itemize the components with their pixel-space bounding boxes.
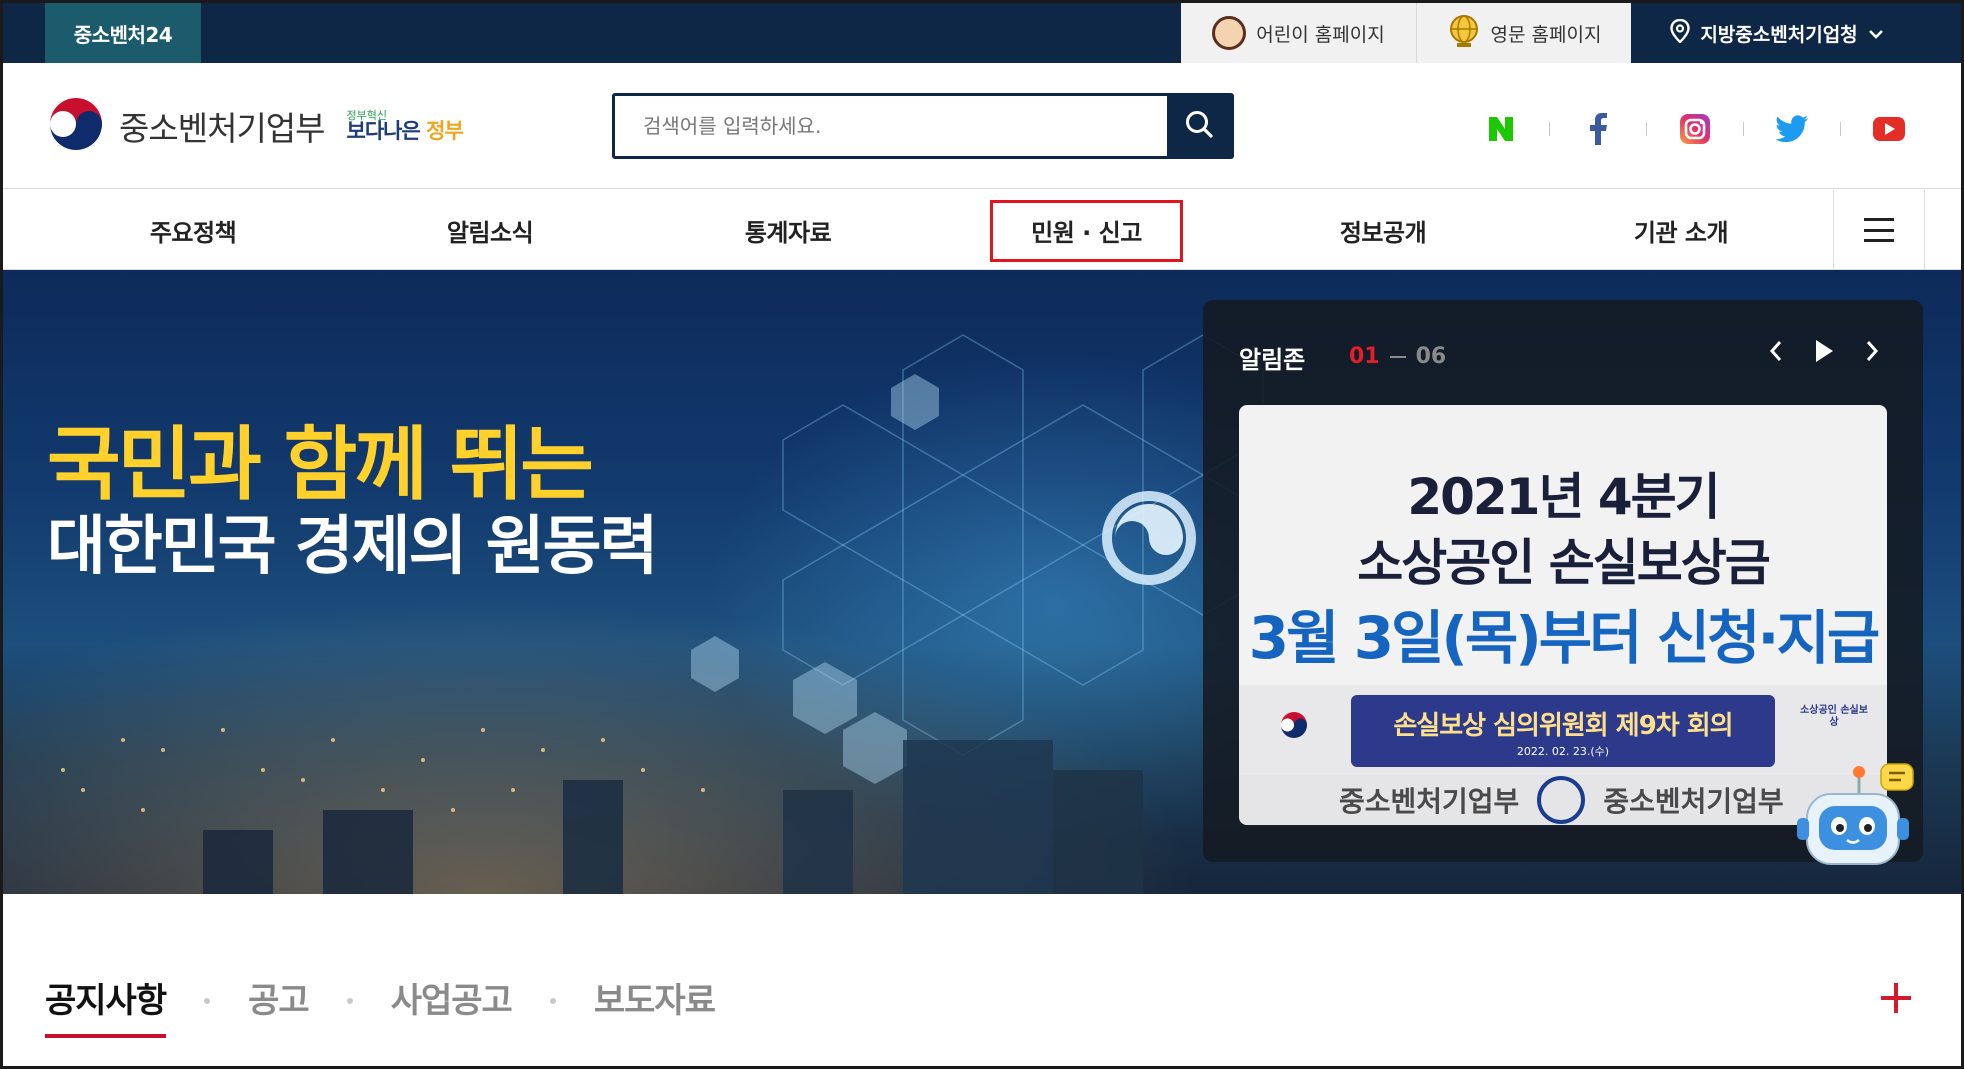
ministry-seal-icon [1537,776,1586,824]
next-arrow-icon[interactable] [1861,336,1883,366]
gov-innovation-slogan: 정부혁신 보다나은 정부 [346,110,464,143]
ministry-logo[interactable]: 중소벤처기업부 정부혁신 보다나은 정부 [45,93,464,159]
nav-item-news[interactable]: 알림소식 [395,190,585,270]
divider [1549,122,1550,136]
slide-footer: 중소벤처기업부 중소벤처기업부 [1239,775,1887,825]
location-pin-icon [1670,18,1691,48]
hero-tagline-line2: 대한민국 경제의 원동력 [47,510,658,584]
regional-office-label: 지방중소벤처기업청 [1700,23,1858,46]
highlight-box [990,200,1183,262]
instagram-icon[interactable] [1677,111,1713,147]
hamburger-icon [1864,218,1894,242]
tab-announcements[interactable]: 공고 [248,973,310,1028]
more-plus-icon[interactable] [1879,981,1913,1015]
globe-icon [1447,14,1481,53]
divider [1743,122,1744,136]
hero-banner: 국민과 함께 뛰는 대한민국 경제의 원동력 알림존 01 06 2021년 4… [3,270,1961,894]
banner-title: 손실보상 심의위원회 제9차 회의 [1393,711,1733,741]
slide-meeting-banner: 손실보상 심의위원회 제9차 회의 2022. 02. 23.(수) [1351,695,1775,767]
footer-text-right: 중소벤처기업부 [1603,785,1784,818]
nav-item-statistics[interactable]: 통계자료 [693,190,883,270]
board-tabs: 공지사항 공고 사업공고 보도자료 [45,973,716,1038]
ministry-name: 중소벤처기업부 [119,109,326,148]
pager-total: 06 [1415,344,1447,369]
tab-business-announcements[interactable]: 사업공고 [391,973,513,1028]
notice-zone-pager: 01 06 [1349,344,1446,369]
regional-office-dropdown[interactable]: 지방중소벤처기업청 [1631,3,1923,63]
divider [1646,122,1647,136]
notice-slide-card[interactable]: 2021년 4분기 소상공인 손실보상금 3월 3일(목)부터 신청·지급 손실… [1239,405,1887,825]
english-homepage-label: 영문 홈페이지 [1490,23,1602,46]
site-tab-smes24[interactable]: 중소벤처24 [45,3,201,63]
sns-links [1483,111,1907,147]
twitter-icon[interactable] [1774,111,1810,147]
top-utility-bar: 중소벤처24 어린이 홈페이지 영문 홈페이지 지방중소벤처기업청 [3,3,1961,63]
search-icon [1184,109,1214,143]
tab-press-releases[interactable]: 보도자료 [594,973,716,1028]
kids-homepage-label: 어린이 홈페이지 [1256,23,1385,46]
nav-item-policies[interactable]: 주요정책 [98,190,288,270]
nav-item-about[interactable]: 기관 소개 [1586,190,1776,270]
slide-headline-1: 2021년 4분기 [1407,468,1720,526]
tab-notices[interactable]: 공지사항 [45,973,167,1038]
slide-headline-2: 소상공인 손실보상금 [1357,534,1770,592]
facebook-icon[interactable] [1580,111,1616,147]
taegeuk-emblem-icon [45,93,107,159]
footer-text-left: 중소벤처기업부 [1339,785,1520,818]
compensation-logo: 소상공인 손실보상 [1800,705,1868,728]
nav-item-disclosure[interactable]: 정보공개 [1288,190,1478,270]
slide-headline-3: 3월 3일(목)부터 신청·지급 [1248,604,1880,672]
english-homepage-link[interactable]: 영문 홈페이지 [1417,3,1631,63]
play-icon[interactable] [1813,336,1835,366]
main-navigation: 주요정책 알림소식 통계자료 민원 · 신고 정보공개 기관 소개 [3,190,1961,270]
youtube-icon[interactable] [1871,111,1907,147]
notice-zone-title: 알림존 [1239,346,1306,374]
slogan-large-b: 정부 [426,119,464,143]
slogan-large: 보다나은 정부 [346,119,464,143]
kids-homepage-link[interactable]: 어린이 홈페이지 [1181,3,1417,63]
divider [1840,122,1841,136]
prev-arrow-icon[interactable] [1765,336,1787,366]
page-frame: 중소벤처24 어린이 홈페이지 영문 홈페이지 지방중소벤처기업청 중소벤처기업… [0,0,1964,1069]
all-menu-button[interactable] [1833,190,1925,270]
pager-separator [1389,355,1406,358]
kid-face-icon [1212,16,1247,50]
pager-current: 01 [1349,344,1380,369]
tab-separator [346,997,353,1004]
naver-icon[interactable] [1483,111,1519,147]
search-button[interactable] [1167,96,1231,156]
slogan-large-a: 보다나은 [346,119,421,143]
tab-separator [549,997,556,1004]
slider-controls [1765,336,1883,366]
banner-date: 2022. 02. 23.(수) [1516,745,1610,758]
site-header: 중소벤처기업부 정부혁신 보다나은 정부 [3,63,1961,189]
search-input[interactable] [615,96,1167,156]
search-box [612,93,1234,159]
chevron-down-icon [1868,22,1884,44]
tab-separator [204,997,211,1004]
